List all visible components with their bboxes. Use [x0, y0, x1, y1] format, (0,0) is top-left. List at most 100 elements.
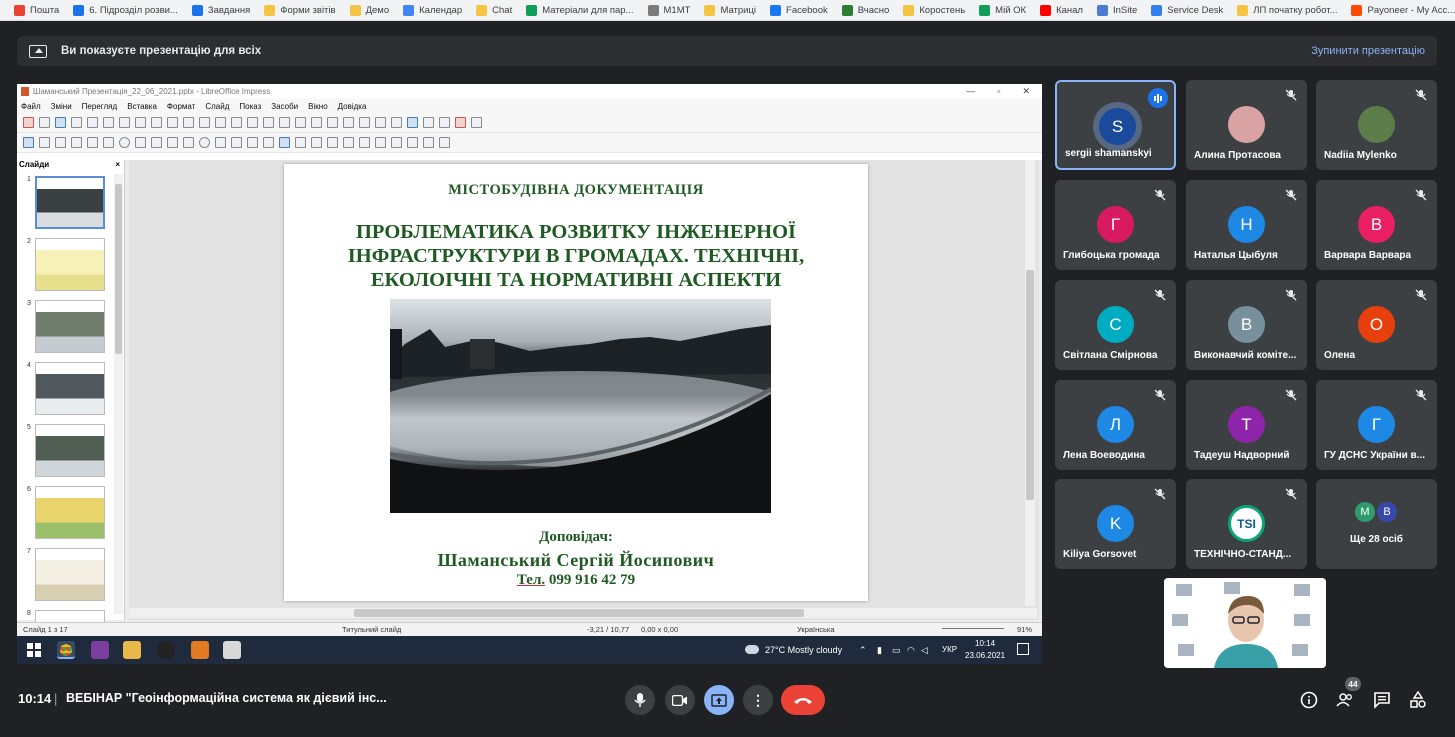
participant-tile[interactable]: В Виконавчий коміте... — [1186, 280, 1307, 370]
participant-tile[interactable]: Т Тадеуш Надворний — [1186, 380, 1307, 470]
cut-icon[interactable] — [103, 117, 114, 128]
meeting-title[interactable]: ВЕБІНАР "Геоінформаційна система як дієв… — [66, 691, 387, 705]
bookmark[interactable]: Коростень — [903, 4, 965, 16]
bookmark[interactable]: InSite — [1096, 4, 1137, 16]
bookmark[interactable]: ЛП початку робот... — [1237, 4, 1337, 16]
close-pane-icon[interactable]: × — [115, 160, 120, 172]
toggle-extrusion-icon[interactable] — [407, 137, 418, 148]
tray-chevron-icon[interactable]: ⌃ — [859, 645, 867, 656]
stars-icon[interactable] — [263, 137, 274, 148]
distribute-icon[interactable] — [343, 137, 354, 148]
flowchart-icon[interactable] — [231, 137, 242, 148]
clone-icon[interactable] — [151, 117, 162, 128]
maximize-icon[interactable]: ▫ — [997, 86, 1000, 97]
save-icon[interactable] — [55, 117, 66, 128]
menu-item[interactable]: Довідка — [338, 102, 367, 111]
participant-tile[interactable]: K Kiliya Gorsovet — [1055, 479, 1176, 569]
participant-tile[interactable]: Nadiia Mylenko — [1316, 80, 1437, 170]
find-icon[interactable] — [199, 117, 210, 128]
connector-icon[interactable] — [167, 137, 178, 148]
crop-image-icon[interactable] — [375, 137, 386, 148]
participant-tile[interactable]: Н Наталья Цыбуля — [1186, 180, 1307, 270]
bookmark[interactable]: Пошта — [14, 4, 59, 16]
participant-tile[interactable]: Л Лена Воеводина — [1055, 380, 1176, 470]
start-icon[interactable] — [279, 117, 290, 128]
delete-icon[interactable] — [455, 117, 466, 128]
redo-icon[interactable] — [183, 117, 194, 128]
copy-icon[interactable] — [119, 117, 130, 128]
participant-tile[interactable]: Алина Протасова — [1186, 80, 1307, 170]
menu-item[interactable]: Перегляд — [82, 102, 118, 111]
more-options-button[interactable]: ⋮ — [743, 685, 773, 715]
weather-text[interactable]: 27°C Mostly cloudy — [765, 645, 842, 655]
canvas-vertical-scrollbar[interactable] — [1025, 160, 1035, 606]
master-slide-icon[interactable] — [263, 117, 274, 128]
arrange-icon[interactable] — [327, 137, 338, 148]
bookmark[interactable]: Календар — [403, 4, 462, 16]
tray-language[interactable]: УКР — [942, 645, 957, 654]
display-views-icon[interactable] — [247, 117, 258, 128]
slide-thumbnail[interactable] — [35, 424, 105, 477]
impress-taskbar-icon[interactable] — [191, 641, 209, 659]
bookmark[interactable]: Мій ОК — [979, 4, 1026, 16]
3d-objects-icon[interactable] — [279, 137, 290, 148]
chrome-taskbar-icon[interactable] — [57, 641, 75, 659]
glue-points-icon[interactable] — [439, 137, 450, 148]
position-icon[interactable] — [423, 117, 434, 128]
arrow-icon[interactable] — [135, 137, 146, 148]
align-icon[interactable] — [311, 137, 322, 148]
bookmark[interactable]: Вчасно — [841, 4, 889, 16]
menu-item[interactable]: Файл — [21, 102, 41, 111]
points-icon[interactable] — [423, 137, 434, 148]
print-icon[interactable] — [87, 117, 98, 128]
bookmark[interactable]: 6. Підрозділ розви... — [73, 4, 178, 16]
menu-item[interactable]: Показ — [239, 102, 261, 111]
chart-icon[interactable] — [343, 117, 354, 128]
windows-start-icon[interactable] — [25, 641, 43, 659]
rectangle-icon[interactable] — [103, 137, 114, 148]
table-icon[interactable] — [295, 117, 306, 128]
bookmark[interactable]: Матриці — [704, 4, 756, 16]
tray-time[interactable]: 10:14 — [975, 639, 995, 648]
participant-tile[interactable]: В Варвара Варвара — [1316, 180, 1437, 270]
bookmark[interactable]: Канал — [1040, 4, 1083, 16]
ellipse-icon[interactable] — [119, 137, 130, 148]
bookmark[interactable]: Завдання — [191, 4, 250, 16]
viber-taskbar-icon[interactable] — [91, 641, 109, 659]
close-icon[interactable]: ✕ — [1022, 86, 1030, 97]
obs-taskbar-icon[interactable] — [157, 641, 175, 659]
canvas-horizontal-scrollbar[interactable] — [129, 608, 1037, 618]
image-icon[interactable] — [311, 117, 322, 128]
slides-scrollbar[interactable] — [114, 174, 123, 614]
language-status[interactable]: Українська — [797, 625, 835, 634]
tray-date[interactable]: 23.06.2021 — [965, 651, 1005, 660]
file-explorer-taskbar-icon[interactable] — [123, 641, 141, 659]
document-taskbar-icon[interactable] — [223, 641, 241, 659]
participant-tile[interactable]: С Світлана Смірнова — [1055, 280, 1176, 370]
mic-button[interactable] — [625, 685, 655, 715]
open-icon[interactable] — [39, 117, 50, 128]
grid-icon[interactable] — [231, 117, 242, 128]
slide-thumbnail[interactable] — [35, 238, 105, 291]
shadow-toggle-icon[interactable] — [359, 137, 370, 148]
textbox-icon[interactable] — [359, 117, 370, 128]
participant-tile[interactable]: О Олена — [1316, 280, 1437, 370]
self-view[interactable] — [1164, 578, 1326, 668]
participant-tile[interactable]: Г ГУ ДСНС України в... — [1316, 380, 1437, 470]
participant-tile[interactable]: Ssergii shamanskyi — [1055, 80, 1176, 170]
bookmark[interactable]: Форми звітів — [264, 4, 336, 16]
tray-battery-icon[interactable]: ▭ — [892, 645, 901, 656]
block-arrows-icon[interactable] — [215, 137, 226, 148]
fill-color-icon[interactable] — [71, 137, 82, 148]
paste-icon[interactable] — [135, 117, 146, 128]
menu-item[interactable]: Вставка — [127, 102, 157, 111]
slide-canvas[interactable]: МІСТОБУДІВНА ДОКУМЕНТАЦІЯ ПРОБЛЕМАТИКА Р… — [129, 160, 1039, 620]
bookmark[interactable]: Матеріали для пар... — [526, 4, 634, 16]
notifications-icon[interactable] — [1017, 643, 1029, 655]
more-participants-tile[interactable]: MB Ще 28 осіб — [1316, 479, 1437, 569]
tray-wifi-icon[interactable]: ◠ — [907, 645, 915, 656]
camera-button[interactable] — [665, 685, 695, 715]
bookmark[interactable]: Service Desk — [1151, 4, 1223, 16]
menu-item[interactable]: Слайд — [205, 102, 229, 111]
activities-button[interactable] — [1409, 690, 1427, 709]
